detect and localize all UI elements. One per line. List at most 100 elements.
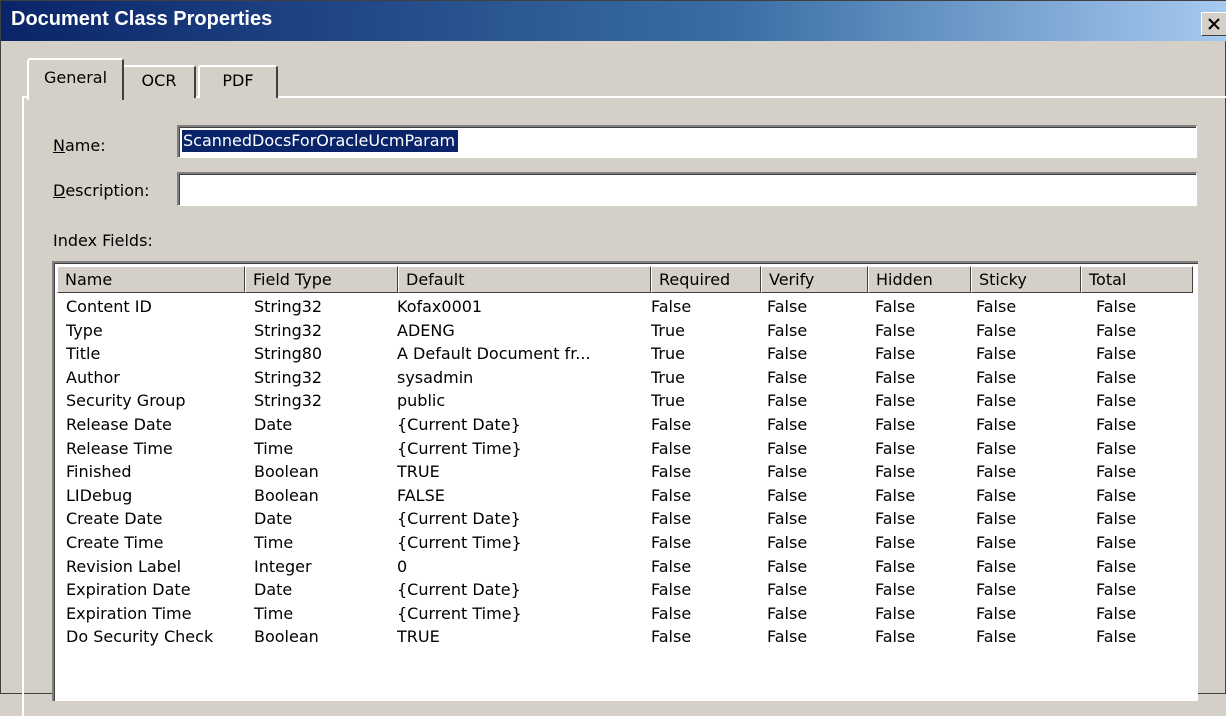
description-label: Description: xyxy=(53,181,150,200)
cell-name: Expiration Date xyxy=(66,580,191,600)
cell-total: False xyxy=(1096,462,1137,482)
cell-field-type: String32 xyxy=(254,367,323,387)
cell-total: False xyxy=(1096,580,1137,600)
column-header-name[interactable]: Name xyxy=(57,266,245,293)
table-row[interactable]: Content ID String32 Kofax0001 False False Fal… xyxy=(54,295,1198,319)
cell-default: Kofax0001 xyxy=(397,297,483,316)
cell-default: sysadmin xyxy=(397,367,474,387)
cell-verify: False xyxy=(767,532,808,552)
cell-total: False xyxy=(1096,509,1137,529)
cell-verify: False xyxy=(767,320,808,340)
cell-verify: False xyxy=(767,485,808,505)
cell-hidden: False xyxy=(875,556,916,576)
cell-verify: False xyxy=(767,367,808,387)
cell-required: False xyxy=(651,627,692,647)
cell-name: Release Time xyxy=(66,438,173,458)
cell-required: True xyxy=(651,391,685,411)
cell-sticky: False xyxy=(976,532,1017,552)
cell-verify: False xyxy=(767,462,808,482)
cell-name: Do Security Check xyxy=(66,627,214,647)
cell-name: Title xyxy=(66,344,101,364)
cell-default: public xyxy=(397,391,446,411)
index-fields-list[interactable]: Name Field Type Default Required Verify … xyxy=(52,261,1198,701)
cell-sticky: False xyxy=(976,438,1017,458)
table-row[interactable]: Expiration Time Time {Current Time} False Fa… xyxy=(54,602,1198,626)
cell-field-type: Boolean xyxy=(254,627,319,647)
column-header-sticky[interactable]: Sticky xyxy=(971,266,1081,293)
cell-hidden: False xyxy=(875,580,916,600)
title-bar[interactable]: Document Class Properties xyxy=(1,1,1226,41)
cell-required: False xyxy=(651,414,692,434)
cell-field-type: Boolean xyxy=(254,462,319,482)
column-header-verify[interactable]: Verify xyxy=(761,266,868,293)
cell-sticky: False xyxy=(976,462,1017,482)
table-row[interactable]: Release Date Date {Current Date} False False… xyxy=(54,413,1198,437)
table-row[interactable]: Do Security Check Boolean TRUE False False Fa… xyxy=(54,625,1198,649)
table-row[interactable]: Create Time Time {Current Time} False False F… xyxy=(54,531,1198,555)
cell-field-type: Time xyxy=(254,532,294,552)
column-header-total[interactable]: Total xyxy=(1081,266,1193,293)
cell-required: False xyxy=(651,462,692,482)
cell-hidden: False xyxy=(875,391,916,411)
cell-verify: False xyxy=(767,414,808,434)
cell-sticky: False xyxy=(976,580,1017,600)
cell-name: Type xyxy=(66,320,103,340)
cell-verify: False xyxy=(767,556,808,576)
name-label: Name: xyxy=(53,136,106,155)
cell-hidden: False xyxy=(875,532,916,552)
cell-default: {Current Time} xyxy=(397,438,522,458)
cell-total: False xyxy=(1096,556,1137,576)
cell-sticky: False xyxy=(976,344,1017,364)
cell-verify: False xyxy=(767,297,808,316)
tab-general[interactable]: General xyxy=(27,58,124,100)
cell-total: False xyxy=(1096,627,1137,647)
table-row[interactable]: Title String80 A Default Document fr... Tru… xyxy=(54,342,1198,366)
tab-ocr[interactable]: OCR xyxy=(122,65,196,98)
cell-sticky: False xyxy=(976,320,1017,340)
table-row[interactable]: Revision Label Integer 0 False False False Fal… xyxy=(54,555,1198,579)
cell-field-type: Boolean xyxy=(254,485,319,505)
cell-verify: False xyxy=(767,627,808,647)
tab-pdf[interactable]: PDF xyxy=(198,65,278,98)
tab-ocr-label: OCR xyxy=(141,71,177,90)
cell-name: Author xyxy=(66,367,120,387)
cell-default: {Current Date} xyxy=(397,509,521,529)
table-row[interactable]: Finished Boolean TRUE False False False False F… xyxy=(54,460,1198,484)
cell-default: A Default Document fr... xyxy=(397,344,591,364)
cell-field-type: String32 xyxy=(254,320,323,340)
cell-total: False xyxy=(1096,297,1137,316)
close-button[interactable] xyxy=(1201,12,1226,36)
table-row[interactable]: LIDebug Boolean FALSE False False False False F… xyxy=(54,484,1198,508)
cell-required: False xyxy=(651,485,692,505)
cell-sticky: False xyxy=(976,297,1017,316)
cell-sticky: False xyxy=(976,627,1017,647)
table-row[interactable]: Create Date Date {Current Date} False False F… xyxy=(54,507,1198,531)
cell-total: False xyxy=(1096,485,1137,505)
column-header-required[interactable]: Required xyxy=(651,266,761,293)
cell-total: False xyxy=(1096,532,1137,552)
column-header-default[interactable]: Default xyxy=(398,266,651,293)
table-row[interactable]: Release Time Time {Current Time} False False… xyxy=(54,437,1198,461)
cell-field-type: Date xyxy=(254,580,293,600)
table-row[interactable]: Security Group String32 public True False Fal… xyxy=(54,389,1198,413)
cell-default: TRUE xyxy=(397,462,440,482)
cell-field-type: String32 xyxy=(254,297,323,316)
cell-total: False xyxy=(1096,344,1137,364)
cell-default: TRUE xyxy=(397,627,440,647)
table-row[interactable]: Expiration Date Date {Current Date} False Fa… xyxy=(54,578,1198,602)
table-row[interactable]: Type String32 ADENG True False False False Fals… xyxy=(54,319,1198,343)
cell-required: True xyxy=(651,344,685,364)
table-body: Content ID String32 Kofax0001 False False Fal… xyxy=(54,295,1198,649)
cell-sticky: False xyxy=(976,556,1017,576)
name-input[interactable]: ScannedDocsForOracleUcmParam xyxy=(177,125,1197,158)
cell-default: 0 xyxy=(397,556,408,576)
cell-sticky: False xyxy=(976,509,1017,529)
cell-name: Create Time xyxy=(66,532,164,552)
column-header-hidden[interactable]: Hidden xyxy=(868,266,971,293)
column-header-field-type[interactable]: Field Type xyxy=(245,266,398,293)
cell-total: False xyxy=(1096,320,1137,340)
table-row[interactable]: Author String32 sysadmin True False False Fals… xyxy=(54,366,1198,390)
tab-pdf-label: PDF xyxy=(222,71,254,90)
cell-total: False xyxy=(1096,367,1137,387)
description-input[interactable] xyxy=(177,172,1197,206)
